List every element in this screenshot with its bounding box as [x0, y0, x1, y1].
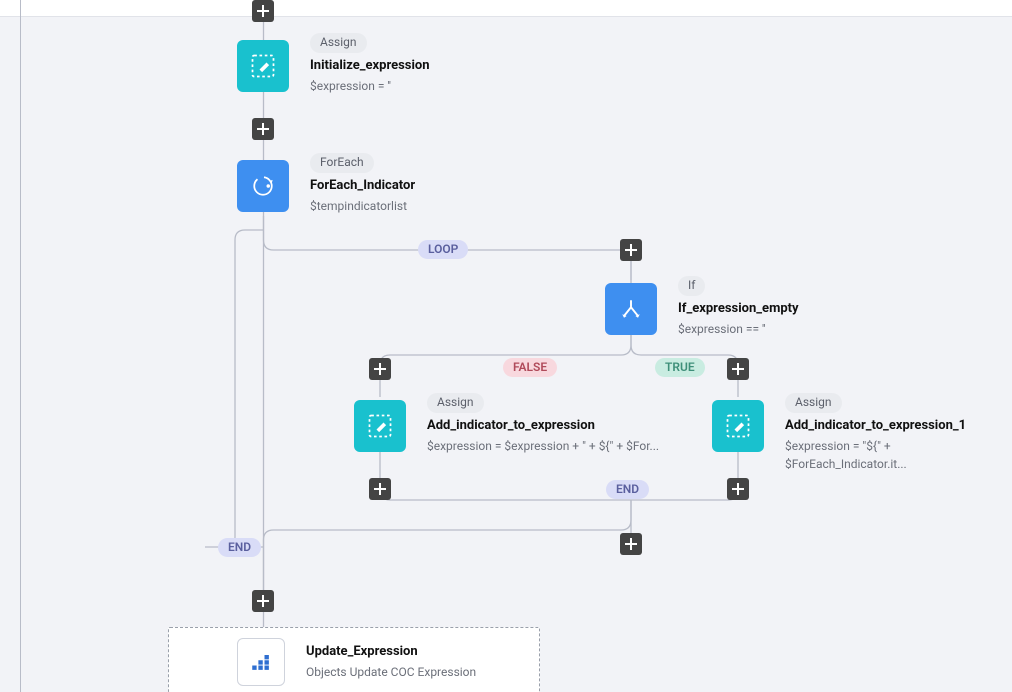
node-title: ForEach_Indicator [310, 177, 610, 196]
node-title: If_expression_empty [678, 300, 938, 319]
node-title: Add_indicator_to_expression [427, 417, 697, 436]
node-update-expression-icon [237, 638, 285, 686]
loop-label: LOOP [418, 240, 468, 259]
node-initialize-expression[interactable] [237, 40, 289, 92]
add-step-before-initialize[interactable] [252, 0, 274, 22]
node-update-expression-label: Update_Expression Objects Update COC Exp… [306, 643, 546, 681]
node-add-indicator-label: Assign Add_indicator_to_expression $expr… [427, 393, 697, 456]
node-desc: $expression = $expression + " + ${" + $F… [427, 438, 697, 455]
node-add-indicator-to-expression[interactable] [354, 400, 406, 452]
node-desc: $expression == '' [678, 321, 938, 338]
if-tag: If [678, 276, 705, 296]
node-if-label: If If_expression_empty $expression == '' [678, 276, 938, 339]
node-foreach-indicator-label: ForEach ForEach_Indicator $tempindicator… [310, 153, 610, 216]
node-desc: $expression = "${" + $ForEach_Indicator.… [785, 438, 1005, 473]
node-title: Add_indicator_to_expression_1 [785, 417, 1005, 436]
add-step-after-if[interactable] [620, 533, 642, 555]
end-outer-label: END [218, 538, 261, 557]
add-step-after-foreach[interactable] [252, 590, 274, 612]
node-initialize-expression-label: Assign Initialize_expression $expression… [310, 33, 610, 96]
node-title: Initialize_expression [310, 57, 610, 76]
assign-tag: Assign [427, 393, 484, 413]
true-label: TRUE [655, 358, 705, 377]
node-desc: $expression = '' [310, 78, 610, 95]
false-label: FALSE [503, 358, 557, 377]
assign-tag: Assign [310, 33, 367, 53]
assign-tag: Assign [785, 393, 842, 413]
node-desc: $tempindicatorlist [310, 198, 610, 215]
node-add-indicator-to-expression-1[interactable] [712, 400, 764, 452]
add-step-after-initialize[interactable] [252, 118, 274, 140]
node-title: Update_Expression [306, 643, 546, 662]
add-step-after-true[interactable] [727, 478, 749, 500]
node-if-expression-empty[interactable] [605, 283, 657, 335]
add-step-false-branch[interactable] [369, 358, 391, 380]
node-desc: Objects Update COC Expression [306, 664, 546, 681]
add-step-true-branch[interactable] [727, 358, 749, 380]
end-inner-label: END [606, 480, 649, 499]
add-step-after-false[interactable] [369, 478, 391, 500]
node-foreach-indicator[interactable] [237, 160, 289, 212]
add-step-loop-start[interactable] [620, 239, 642, 261]
connectors [0, 0, 1012, 692]
node-add-indicator-1-label: Assign Add_indicator_to_expression_1 $ex… [785, 393, 1005, 473]
foreach-tag: ForEach [310, 153, 374, 173]
